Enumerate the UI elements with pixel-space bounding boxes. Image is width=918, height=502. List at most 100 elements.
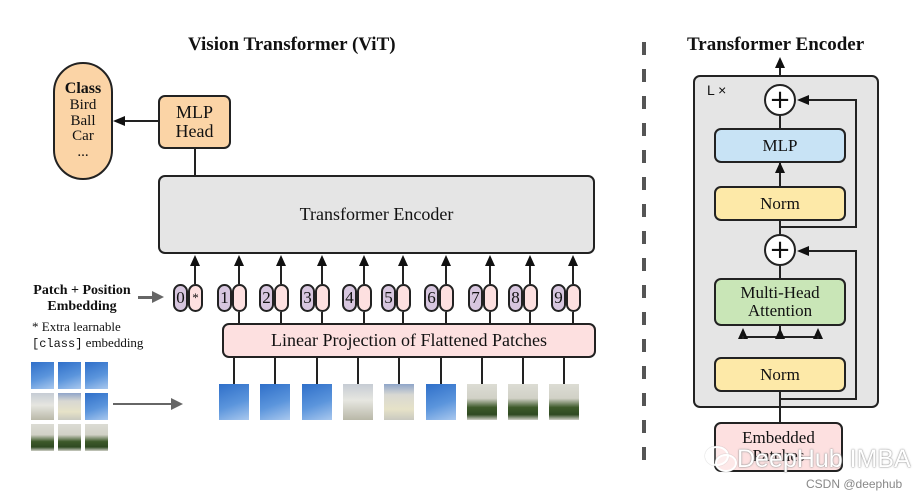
divider-dash: [642, 96, 646, 109]
arrow-up-icon: [398, 255, 408, 266]
divider-dash: [642, 393, 646, 406]
patch-to-projection-line: [233, 358, 235, 384]
mlp-head-line2: Head: [175, 121, 214, 141]
class-token-note: * Extra learnable [class] embedding: [32, 319, 143, 352]
grid-to-patches-line: [113, 403, 173, 405]
plus-icon: +: [769, 85, 791, 115]
encoder-norm-top-label: Norm: [760, 193, 800, 213]
arrow-left-icon: [797, 95, 809, 105]
arrow-up-icon: [775, 57, 785, 68]
arrow-right-icon: [171, 398, 183, 410]
embedding-label: Patch + Position Embedding: [22, 283, 142, 315]
encoder-norm-bottom-label: Norm: [760, 364, 800, 384]
mlp-to-class-line: [124, 120, 158, 122]
mha-fanout-left-stub: [742, 336, 744, 339]
encoder-norm-top-box: Norm: [714, 186, 846, 221]
image-patch-thumbnail: [58, 424, 81, 451]
note-line2: [class] embedding: [32, 335, 143, 352]
arrow-up-icon: [441, 255, 451, 266]
patch-to-projection-line: [398, 358, 401, 384]
patch-to-projection-line: [480, 358, 483, 384]
arrow-up-icon: [234, 255, 244, 266]
patch-embedding-token: [566, 284, 581, 312]
arrow-up-icon: [317, 255, 327, 266]
patch-to-projection-line: [274, 358, 277, 384]
watermark-credit: CSDN @deephub: [806, 477, 903, 491]
note-rest: embedding: [82, 335, 144, 351]
image-patch-thumbnail: [85, 424, 108, 451]
arrow-left-icon: [797, 246, 809, 256]
class-output-box: Class Bird Ball Car ...: [53, 62, 113, 180]
repeat-label: L ×: [707, 82, 727, 98]
class-heading: Class: [64, 80, 102, 98]
residual-lower-top: [808, 250, 857, 252]
image-patch-thumbnail: [85, 393, 108, 420]
position-embedding-token: 1: [217, 284, 232, 312]
arrow-right-icon: [152, 291, 164, 303]
position-embedding-token: 5: [381, 284, 396, 312]
sum2-to-mha-line: [779, 265, 781, 279]
position-embedding-token: 9: [551, 284, 566, 312]
divider-dash: [642, 150, 646, 163]
flattened-patch: [219, 384, 249, 420]
encoder-to-mlp-line: [194, 149, 196, 177]
divider-dash: [642, 420, 646, 433]
plus-icon: +: [769, 235, 791, 265]
note-line1: * Extra learnable: [32, 319, 121, 334]
position-embedding-token: 8: [508, 284, 523, 312]
flattened-patch: [260, 384, 291, 420]
patch-embedding-token: [232, 284, 247, 312]
arrow-up-icon: [190, 255, 200, 266]
divider-dash: [642, 366, 646, 379]
add-node-top: +: [764, 84, 796, 116]
position-embedding-token: 3: [300, 284, 315, 312]
divider-dash: [642, 312, 646, 325]
mlp-head-box: MLP Head: [158, 95, 231, 149]
embedding-label-line1: Patch + Position: [33, 283, 131, 298]
patch-to-projection-line: [439, 358, 442, 384]
divider-dash: [642, 258, 646, 271]
patch-embedding-token: [483, 284, 498, 312]
arrow-up-icon: [525, 255, 535, 266]
transformer-encoder-label: Transformer Encoder: [299, 204, 454, 225]
wechat-logo-icon: [705, 446, 737, 472]
linear-projection-box: Linear Projection of Flattened Patches: [222, 323, 596, 358]
flattened-patch: [425, 384, 456, 420]
patch-embedding-token: [523, 284, 538, 312]
arrow-up-icon: [485, 255, 495, 266]
divider-dash: [642, 447, 646, 460]
note-code: [class]: [32, 337, 83, 352]
divider-dash: [642, 42, 646, 55]
image-patch-thumbnail: [31, 424, 54, 451]
image-patch-thumbnail: [58, 362, 81, 389]
position-embedding-token: 0: [173, 284, 188, 312]
encoder-mlp-label: MLP: [762, 135, 798, 155]
patch-embedding-token: [396, 284, 411, 312]
position-embedding-token: 7: [468, 284, 483, 312]
divider-dash: [642, 285, 646, 298]
residual-lower-side: [855, 250, 857, 400]
mlp-head-line1: MLP: [175, 102, 213, 123]
divider-dash: [642, 69, 646, 82]
divider-dash: [642, 231, 646, 244]
image-patch-thumbnail: [85, 362, 108, 389]
patch-embedding-token: [274, 284, 289, 312]
vit-title: Vision Transformer (ViT): [188, 34, 396, 55]
class-item: ...: [77, 144, 89, 161]
patch-to-projection-line: [563, 358, 566, 384]
patch-embedding-token: [439, 284, 454, 312]
image-patch-thumbnail: [31, 362, 54, 389]
arrow-up-icon: [276, 255, 286, 266]
encoder-mlp-box: MLP: [714, 128, 846, 163]
transformer-encoder-box: Transformer Encoder: [158, 175, 595, 254]
patch-embedding-token: [357, 284, 372, 312]
divider-dash: [642, 177, 646, 190]
position-embedding-token: 2: [259, 284, 274, 312]
divider-dash: [642, 123, 646, 136]
flattened-patch: [384, 384, 415, 420]
image-patch-thumbnail: [58, 393, 81, 420]
embedding-label-line2: Embedding: [47, 299, 117, 315]
divider-dash: [642, 339, 646, 352]
arrow-left-icon: [113, 116, 125, 126]
multi-head-attention-box: Multi-Head Attention: [714, 278, 846, 326]
